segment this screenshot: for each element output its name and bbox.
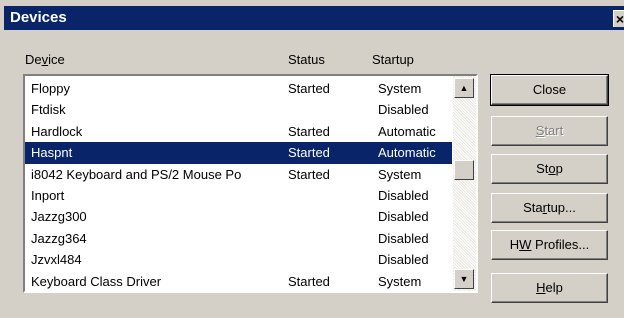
device-status-cell: Started	[288, 166, 330, 182]
device-startup-cell: Disabled	[378, 209, 429, 225]
device-startup-cell: Disabled	[378, 187, 429, 203]
hw-profiles-button[interactable]: HW Profiles...	[491, 230, 608, 260]
device-name-cell: Jazzg364	[31, 230, 87, 246]
stop-button[interactable]: Stop	[491, 154, 608, 184]
start-button-label: tart	[544, 123, 564, 138]
stop-button-accel: o	[548, 161, 556, 176]
table-row[interactable]: Jazzg300 Disabled	[25, 206, 452, 227]
startup-button[interactable]: Startup...	[491, 193, 608, 223]
vertical-scrollbar[interactable]: ▲ ▼	[453, 76, 476, 291]
help-button-accel: H	[536, 280, 546, 295]
column-header-device: Device	[25, 52, 65, 67]
device-startup-cell: System	[378, 273, 422, 289]
device-name-cell: Jazzg300	[31, 209, 87, 225]
device-name-cell: Inport	[31, 187, 65, 203]
table-row[interactable]: i8042 Keyboard and PS/2 Mouse Po Started S…	[25, 164, 452, 185]
stop-button-label: St	[536, 161, 549, 176]
close-button[interactable]: Close	[490, 74, 609, 106]
device-startup-cell: Disabled	[378, 252, 429, 268]
column-header-status: Status	[288, 52, 325, 67]
start-button[interactable]: Start	[491, 116, 608, 146]
title-bar: Devices ×	[4, 6, 624, 30]
scroll-down-icon[interactable]: ▼	[454, 269, 474, 289]
device-name-cell: Ftdisk	[31, 102, 66, 118]
device-startup-cell: Automatic	[378, 123, 436, 139]
close-window-icon[interactable]: ×	[613, 10, 624, 27]
devices-dialog: Devices × Device Status Startup Floppy St…	[0, 0, 624, 318]
device-startup-cell: System	[378, 166, 422, 182]
device-name-cell: Hardlock	[31, 123, 83, 139]
device-startup-cell: System	[378, 81, 422, 96]
stop-button-label-end: p	[555, 161, 563, 176]
device-name-cell: Keyboard Class Driver	[31, 273, 162, 289]
device-name-cell: i8042 Keyboard and PS/2 Mouse Po	[31, 166, 242, 182]
device-rows: Floppy Started System Ftdisk Disabled Hardloc…	[25, 78, 452, 292]
device-startup-cell: Automatic	[378, 145, 436, 161]
device-status-cell: Started	[288, 273, 330, 289]
scroll-up-icon[interactable]: ▲	[454, 78, 474, 98]
device-list[interactable]: Floppy Started System Ftdisk Disabled Hardloc…	[23, 74, 478, 293]
help-button[interactable]: Help	[491, 273, 608, 303]
hw-profiles-button-label-end: Profiles...	[531, 237, 590, 252]
column-header-device-text-end: ice	[48, 52, 65, 67]
table-row[interactable]: Keyboard Class Driver Started System	[25, 271, 452, 292]
device-startup-cell: Disabled	[378, 102, 429, 118]
hw-profiles-button-accel: W	[519, 237, 532, 252]
table-row[interactable]: Ftdisk Disabled	[25, 99, 452, 120]
table-row[interactable]: Hardlock Started Automatic	[25, 121, 452, 142]
scroll-thumb[interactable]	[454, 160, 474, 180]
startup-button-label: Sta	[523, 200, 543, 215]
hw-profiles-button-label: H	[509, 237, 520, 252]
startup-button-label-end: tup...	[546, 200, 576, 215]
column-header-startup: Startup	[372, 52, 414, 67]
device-name-cell: Floppy	[31, 81, 71, 96]
device-status-cell: Started	[288, 123, 330, 139]
table-row[interactable]: Jzvxl484 Disabled	[25, 249, 452, 270]
help-button-label: elp	[545, 280, 563, 295]
device-status-cell: Started	[288, 145, 330, 161]
table-row[interactable]: Haspnt Started Automatic	[25, 142, 452, 164]
table-row[interactable]: Inport Disabled	[25, 185, 452, 206]
device-status-cell: Started	[288, 81, 330, 96]
table-row[interactable]: Jazzg364 Disabled	[25, 228, 452, 249]
device-name-cell: Haspnt	[31, 145, 73, 161]
device-name-cell: Jzvxl484	[31, 252, 82, 268]
table-row[interactable]: Floppy Started System	[25, 78, 452, 99]
device-startup-cell: Disabled	[378, 230, 429, 246]
column-header-device-text: De	[25, 52, 42, 67]
window-title: Devices	[10, 9, 67, 26]
